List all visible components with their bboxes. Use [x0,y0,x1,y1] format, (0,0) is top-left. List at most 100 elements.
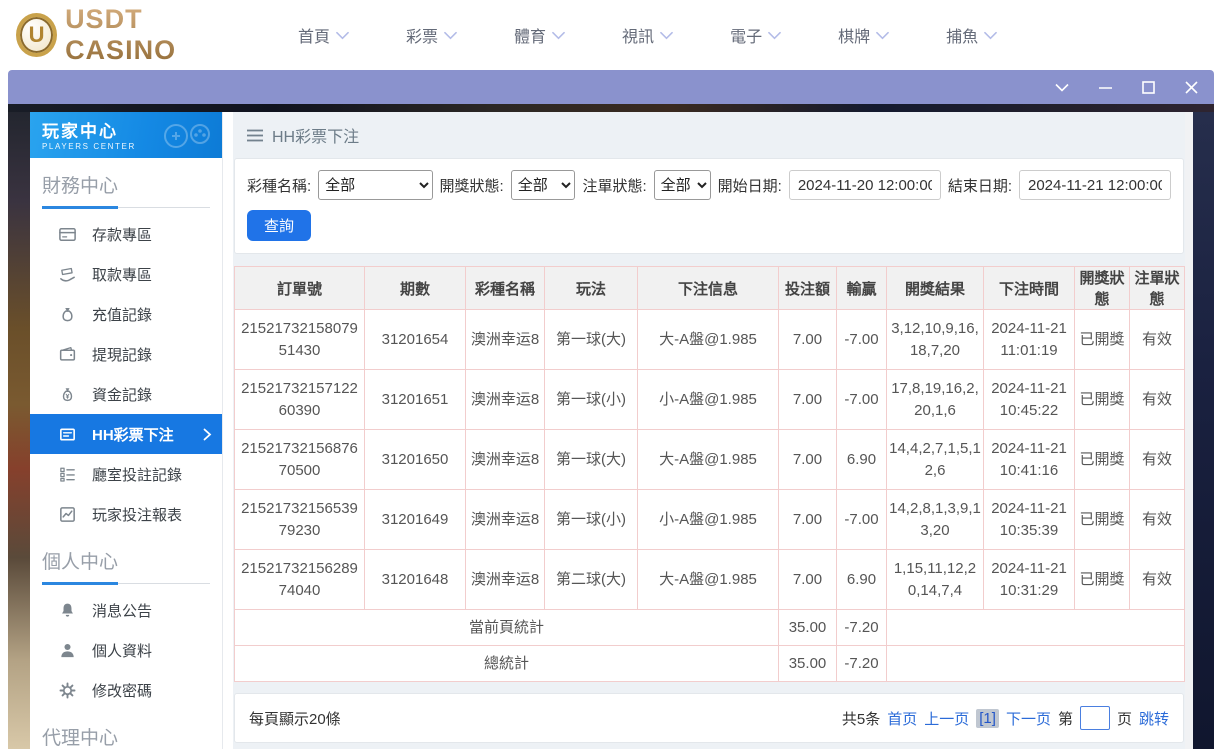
scrollbar-track[interactable] [1185,112,1193,749]
person-icon [58,641,77,660]
bell-icon [58,601,77,620]
column-header: 期數 [364,266,466,310]
column-header: 開獎狀態 [1074,266,1130,310]
filter-select-1[interactable]: 全部 [318,170,433,200]
summary-win-loss: -7.20 [836,609,887,646]
table-footer: 每頁顯示20條 共5条 首页 上一页 [1] 下一页第 页跳转 [234,693,1184,743]
table-cell: 7.00 [778,489,837,550]
column-header: 注單狀態 [1129,266,1185,310]
window-minimize-button[interactable] [1094,76,1116,98]
nav-item-7[interactable]: 捕魚 [946,23,997,47]
sidebar-item-充值記錄[interactable]: 充值記錄 [30,294,222,334]
nav-item-2[interactable]: 彩票 [406,23,457,47]
table-row[interactable]: 2152173215653979230 31201649 澳洲幸运8 第一球(小) 小-… [234,489,1185,550]
summary-row: 當前頁統計 35.00 -7.20 [234,609,1185,646]
window-maximize-button[interactable] [1137,76,1159,98]
table-cell: 大-A盤@1.985 [637,309,779,370]
main-content: HH彩票下注 彩種名稱:全部開獎狀態:全部注單狀態:全部開始日期:結束日期: 查… [233,112,1185,749]
summary-empty-cell [886,609,1185,646]
table-cell: 14,4,2,7,1,5,12,6 [886,429,984,490]
table-cell: 2152173215653979230 [234,489,365,550]
sidebar-item-label: 資金記錄 [92,386,153,404]
sidebar-item-玩家投注報表[interactable]: 玩家投注報表 [30,494,222,534]
section-divider [42,582,210,585]
table-cell: 澳洲幸运8 [465,429,545,490]
table-row[interactable]: 2152173215807951430 31201654 澳洲幸运8 第一球(大) 大-… [234,309,1185,370]
table-cell: -7.00 [836,309,887,370]
table-cell: 第一球(小) [544,369,638,430]
nav-item-label: 電子 [730,29,763,46]
table-cell: 2152173215687670500 [234,429,365,490]
table-cell: 2024-11-21 10:41:16 [983,429,1075,490]
table-cell: 已開獎 [1074,489,1130,550]
sidebar-item-消息公告[interactable]: 消息公告 [30,590,222,630]
table-cell: 第二球(大) [544,549,638,610]
sidebar-item-label: 充值記錄 [92,306,153,324]
sidebar-item-個人資料[interactable]: 個人資料 [30,630,222,670]
table-cell: 7.00 [778,309,837,370]
nav-item-3[interactable]: 體育 [514,23,565,47]
table-cell: 17,8,19,16,2,20,1,6 [886,369,984,430]
sidebar-item-存款專區[interactable]: 存款專區 [30,214,222,254]
start-date-input[interactable] [788,170,941,200]
window-close-button[interactable] [1180,76,1202,98]
nav-item-label: 彩票 [406,29,439,46]
table-cell: 已開獎 [1074,369,1130,430]
jump-link[interactable]: 跳转 [1139,708,1169,729]
column-header: 投注額 [778,266,837,310]
table-cell: 7.00 [778,429,837,490]
table-row[interactable]: 2152173215628974040 31201648 澳洲幸运8 第二球(大) 大-… [234,549,1185,610]
nav-item-6[interactable]: 棋牌 [838,23,889,47]
nav-item-1[interactable]: 首頁 [298,23,349,47]
sidebar-item-HH彩票下注[interactable]: HH彩票下注 [30,414,222,454]
filter-label: 開始日期: [717,177,782,195]
sidebar-item-廳室投註記錄[interactable]: 廳室投註記錄 [30,454,222,494]
sidebar-item-取款專區[interactable]: 取款專區 [30,254,222,294]
next-page-link[interactable]: 下一页 [1006,708,1051,729]
top-bar: U USDT CASINO 首頁 彩票 體育 視訊 電子 棋牌 捕魚 [0,0,1214,70]
nav-item-label: 棋牌 [838,29,871,46]
table-cell: 2152173215807951430 [234,309,365,370]
sidebar-item-label: HH彩票下注 [92,426,174,444]
table-cell: 31201648 [364,549,466,610]
sidebar: 玩家中心 PLAYERS CENTER 財務中心 存款專區 取款專區 充值記錄 提現記錄… [30,112,223,749]
table-row[interactable]: 2152173215712260390 31201651 澳洲幸运8 第一球(小) 小-… [234,369,1185,430]
table-cell: 已開獎 [1074,549,1130,610]
nav-item-label: 視訊 [622,29,655,46]
nav-item-4[interactable]: 視訊 [622,23,673,47]
total-count: 共5条 [841,710,881,728]
filter-select-3[interactable]: 全部 [653,170,711,200]
first-page-link[interactable]: 首页 [887,708,917,729]
bet-table: 訂單號 期數 彩種名稱 玩法 下注信息 投注額 輸贏 開獎結果 下注時間 開獎狀態 注單狀態 2152… [234,266,1185,682]
end-date-input[interactable] [1019,170,1171,200]
sidebar-item-修改密碼[interactable]: 修改密碼 [30,670,222,710]
page-number-input[interactable] [1079,706,1110,730]
table-cell: 31201650 [364,429,466,490]
logo-text: USDT CASINO [65,4,246,66]
breadcrumb: HH彩票下注 [233,112,1185,158]
column-header: 訂單號 [234,266,365,310]
sidebar-item-提現記錄[interactable]: 提現記錄 [30,334,222,374]
window-dropdown-button[interactable] [1051,76,1073,98]
table-cell: 1,15,11,12,20,14,7,4 [886,549,984,610]
funds-record-icon [58,385,77,404]
table-row[interactable]: 2152173215687670500 31201650 澳洲幸运8 第一球(大) 大-… [234,429,1185,490]
table-cell: 2152173215712260390 [234,369,365,430]
recharge-bag-icon [58,305,77,324]
summary-row: 總統計 35.00 -7.20 [234,645,1185,682]
prev-page-link[interactable]: 上一页 [924,708,969,729]
app-window: 玩家中心 PLAYERS CENTER 財務中心 存款專區 取款專區 充值記錄 提現記錄… [8,70,1214,749]
filter-select-2[interactable]: 全部 [510,170,576,200]
sidebar-item-資金記錄[interactable]: 資金記錄 [30,374,222,414]
hamburger-icon[interactable] [247,129,263,142]
withdraw-hand-icon [58,265,77,284]
window-frame-top [8,104,1214,112]
chevron-down-icon [552,31,565,40]
table-cell: 大-A盤@1.985 [637,549,779,610]
table-cell: 3,12,10,9,16,18,7,20 [886,309,984,370]
sidebar-item-label: 取款專區 [92,266,153,284]
nav-item-5[interactable]: 電子 [730,23,781,47]
table-cell: -7.00 [836,489,887,550]
query-button[interactable]: 查詢 [247,210,312,241]
table-cell: -7.00 [836,369,887,430]
